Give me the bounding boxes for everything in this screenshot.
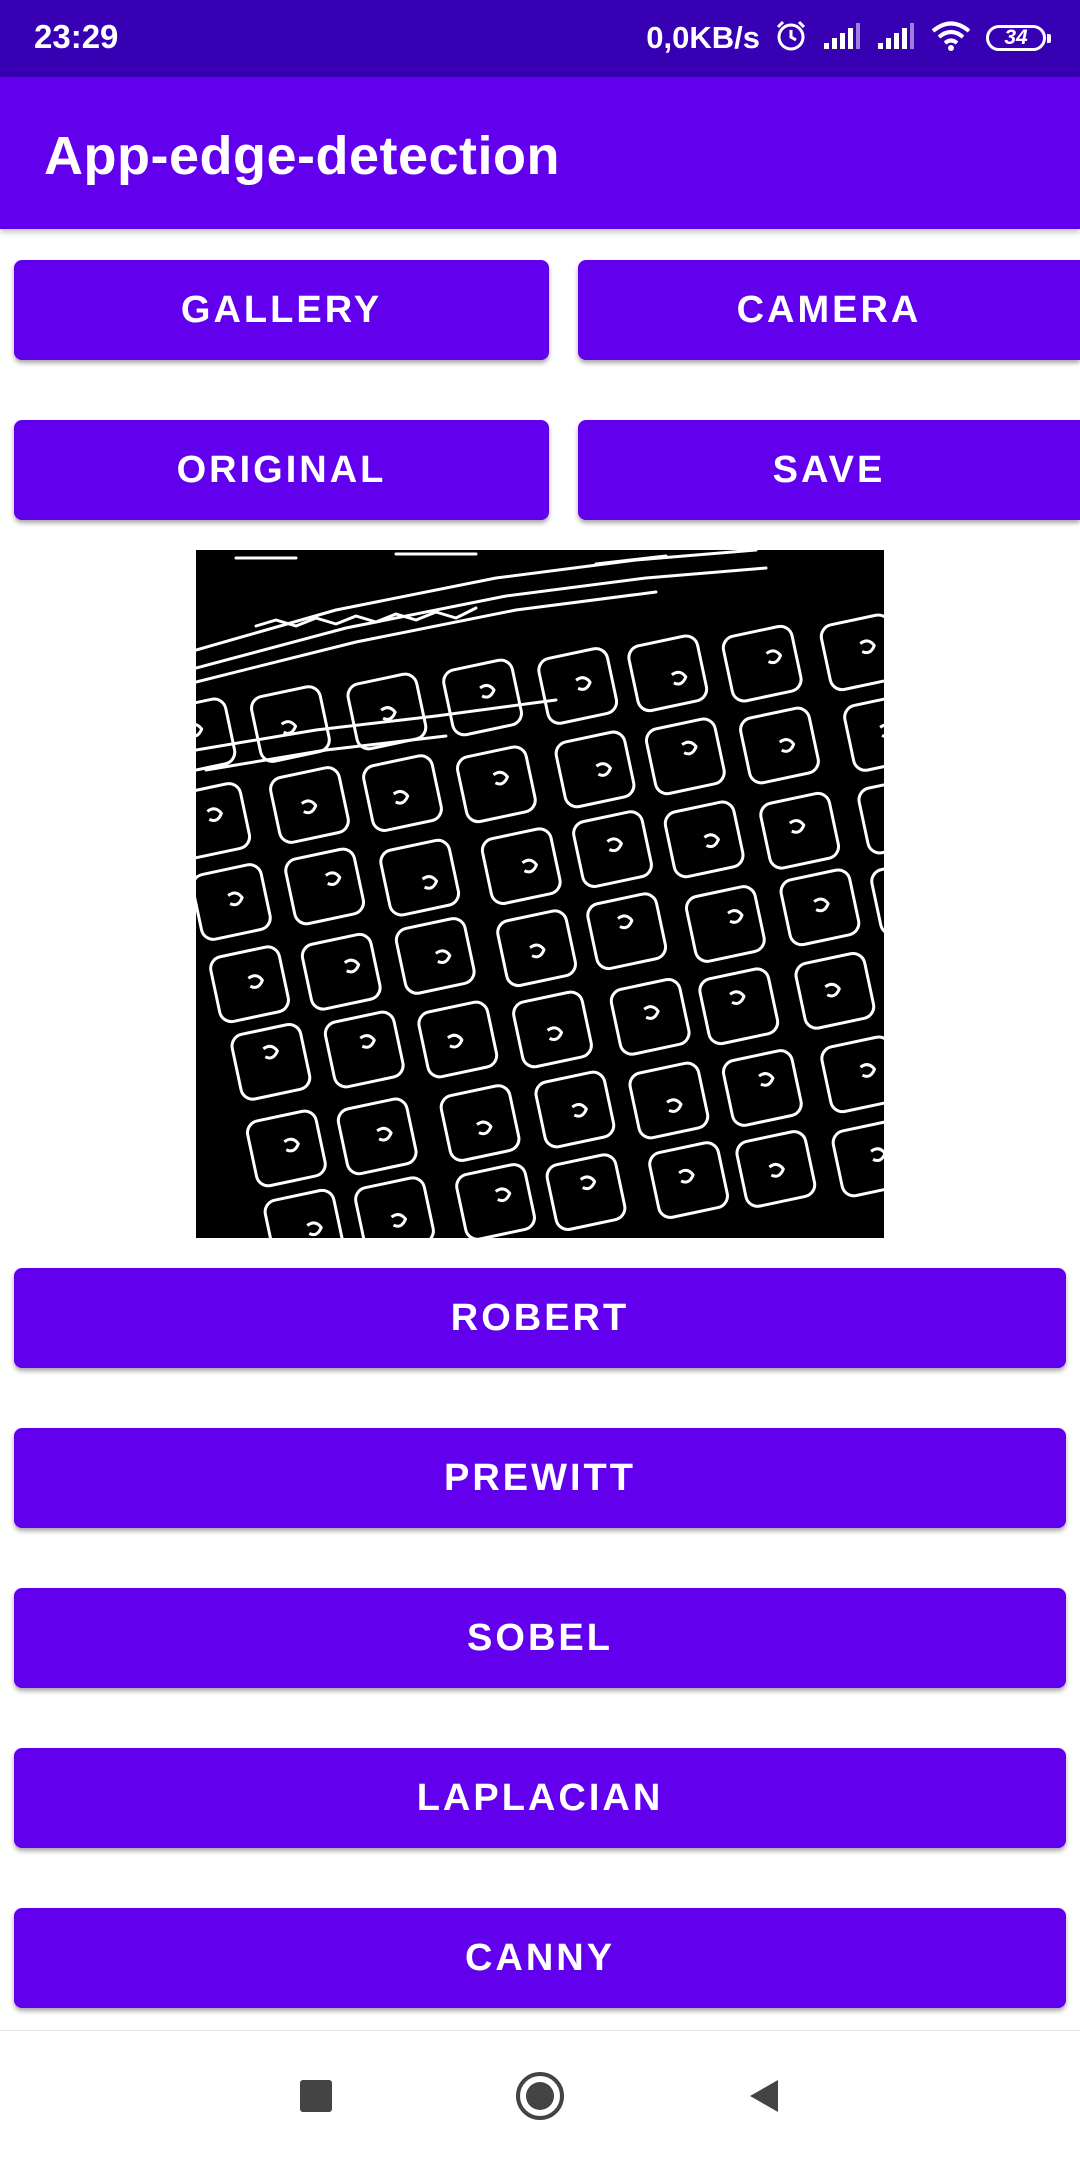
keyboard-edge-image: [196, 550, 884, 1238]
status-time: 23:29: [34, 18, 119, 55]
battery-icon: 34: [986, 25, 1051, 51]
app-bar: App-edge-detection: [0, 77, 1080, 229]
system-nav-bar: [0, 2030, 1080, 2161]
canny-button[interactable]: CANNY: [14, 1908, 1066, 2008]
app-title: App-edge-detection: [44, 126, 560, 186]
home-circle-icon[interactable]: [510, 2066, 570, 2126]
back-triangle-icon[interactable]: [734, 2066, 794, 2126]
recents-square-icon[interactable]: [286, 2066, 346, 2126]
signal-icon: [876, 21, 916, 56]
network-speed: 0,0KB/s: [646, 20, 760, 55]
robert-button[interactable]: ROBERT: [14, 1268, 1066, 1368]
gallery-button[interactable]: GALLERY: [14, 260, 549, 360]
status-icons: 0,0KB/s 34: [646, 14, 1051, 62]
status-bar: 23:29 0,0KB/s 34: [0, 0, 1080, 77]
save-button[interactable]: SAVE: [578, 420, 1080, 520]
signal-icon: [822, 21, 862, 56]
wifi-icon: [930, 20, 972, 57]
original-button[interactable]: ORIGINAL: [14, 420, 549, 520]
edge-detected-image: [196, 550, 884, 1238]
camera-button[interactable]: CAMERA: [578, 260, 1080, 360]
alarm-icon: [774, 19, 808, 58]
sobel-button[interactable]: SOBEL: [14, 1588, 1066, 1688]
laplacian-button[interactable]: LAPLACIAN: [14, 1748, 1066, 1848]
prewitt-button[interactable]: PREWITT: [14, 1428, 1066, 1528]
